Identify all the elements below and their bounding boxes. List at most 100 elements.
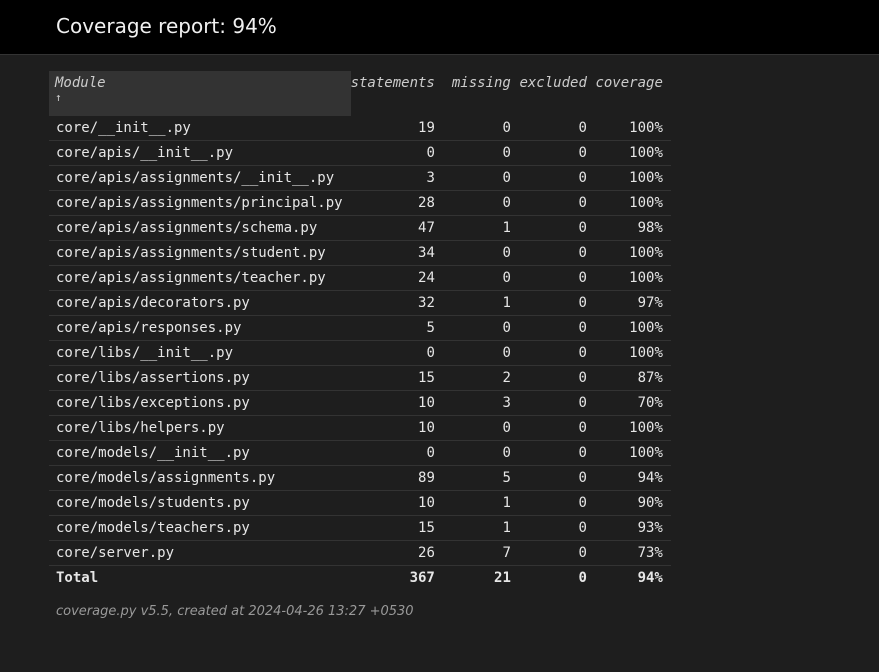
missing-cell: 5 [442,465,519,491]
missing-cell: 0 [442,340,519,366]
missing-cell: 1 [442,215,519,241]
statements-cell: 0 [350,340,443,366]
table-header-row: Module ↑ statements missing excluded cov… [49,71,671,116]
coverage-cell: 73% [594,540,671,566]
statements-cell: 10 [350,415,443,441]
coverage-cell: 93% [594,515,671,541]
module-link[interactable]: core/apis/responses.py [49,315,351,341]
coverage-cell: 100% [594,140,671,166]
module-link[interactable]: core/libs/exceptions.py [49,390,351,416]
missing-cell: 0 [442,190,519,216]
module-link[interactable]: core/libs/helpers.py [49,415,351,441]
missing-cell: 0 [442,165,519,191]
missing-cell: 1 [442,515,519,541]
statements-cell: 0 [350,140,443,166]
excluded-cell: 0 [518,290,595,316]
module-link[interactable]: core/models/teachers.py [49,515,351,541]
missing-cell: 0 [442,240,519,266]
excluded-cell: 0 [518,265,595,291]
missing-cell: 3 [442,390,519,416]
excluded-cell: 0 [518,165,595,191]
table-row: core/models/assignments.py 89 5 0 94% [49,465,671,491]
table-row: core/libs/__init__.py 0 0 0 100% [49,340,671,366]
excluded-cell: 0 [518,190,595,216]
module-link[interactable]: core/apis/assignments/teacher.py [49,265,351,291]
statements-cell: 19 [350,116,443,141]
table-row: core/apis/assignments/principal.py 28 0 0 10… [49,190,671,216]
module-link[interactable]: core/models/__init__.py [49,440,351,466]
total-label: Total [56,570,99,586]
coverage-cell: 90% [594,490,671,516]
missing-cell: 0 [442,265,519,291]
coverage-cell: 100% [594,265,671,291]
missing-cell: 0 [442,415,519,441]
table-row: core/apis/__init__.py 0 0 0 100% [49,140,671,166]
module-link[interactable]: core/apis/decorators.py [49,290,351,316]
excluded-cell: 0 [518,465,595,491]
module-link[interactable]: core/apis/assignments/student.py [49,240,351,266]
module-link[interactable]: core/server.py [49,540,351,566]
coverage-cell: 100% [594,440,671,466]
excluded-cell: 0 [518,390,595,416]
column-header-statements[interactable]: statements [351,71,443,116]
coverage-cell: 94% [594,465,671,491]
missing-cell: 2 [442,365,519,391]
table-row: core/libs/assertions.py 15 2 0 87% [49,365,671,391]
table-row: core/apis/responses.py 5 0 0 100% [49,315,671,341]
excluded-cell: 0 [518,315,595,341]
statements-cell: 5 [350,315,443,341]
table-row: core/apis/assignments/__init__.py 3 0 0 100% [49,165,671,191]
statements-cell: 10 [350,390,443,416]
column-header-module[interactable]: Module ↑ [49,71,351,116]
missing-cell: 0 [442,440,519,466]
table-row: core/models/teachers.py 15 1 0 93% [49,515,671,541]
missing-cell: 0 [442,140,519,166]
coverage-cell: 100% [594,415,671,441]
coverage-cell: 100% [594,315,671,341]
statements-cell: 47 [350,215,443,241]
coverage-table: Module ↑ statements missing excluded cov… [49,71,671,590]
statements-cell: 15 [350,365,443,391]
table-row: core/apis/decorators.py 32 1 0 97% [49,290,671,316]
module-link[interactable]: core/apis/assignments/principal.py [49,190,351,216]
excluded-cell: 0 [518,240,595,266]
table-row: core/models/students.py 10 1 0 90% [49,490,671,516]
table-row: core/__init__.py 19 0 0 100% [49,116,671,141]
column-header-excluded[interactable]: excluded [519,71,595,116]
excluded-cell: 0 [518,340,595,366]
statements-cell: 26 [350,540,443,566]
excluded-cell: 0 [518,215,595,241]
total-row: Total 367 21 0 94% [49,566,671,591]
total-coverage: 94% [637,570,663,586]
missing-cell: 1 [442,290,519,316]
coverage-cell: 100% [594,190,671,216]
module-link[interactable]: core/libs/assertions.py [49,365,351,391]
module-link[interactable]: core/libs/__init__.py [49,340,351,366]
column-header-coverage[interactable]: coverage [595,71,671,116]
coverage-cell: 100% [594,116,671,141]
module-link[interactable]: core/__init__.py [49,116,351,141]
sort-arrow-up-icon: ↑ [55,91,62,104]
module-link[interactable]: core/models/students.py [49,490,351,516]
missing-cell: 0 [442,116,519,141]
module-link[interactable]: core/apis/assignments/schema.py [49,215,351,241]
excluded-cell: 0 [518,540,595,566]
statements-cell: 3 [350,165,443,191]
table-row: core/apis/assignments/schema.py 47 1 0 98% [49,215,671,241]
coverage-cell: 100% [594,240,671,266]
missing-cell: 7 [442,540,519,566]
module-link[interactable]: core/models/assignments.py [49,465,351,491]
page-title: Coverage report: 94% [56,14,277,38]
coverage-cell: 98% [594,215,671,241]
statements-cell: 10 [350,490,443,516]
coverage-cell: 70% [594,390,671,416]
statements-cell: 28 [350,190,443,216]
statements-cell: 0 [350,440,443,466]
module-link[interactable]: core/apis/__init__.py [49,140,351,166]
column-header-missing[interactable]: missing [443,71,519,116]
coverage-cell: 97% [594,290,671,316]
table-row: core/libs/exceptions.py 10 3 0 70% [49,390,671,416]
statements-cell: 24 [350,265,443,291]
module-link[interactable]: core/apis/assignments/__init__.py [49,165,351,191]
table-row: core/apis/assignments/teacher.py 24 0 0 100% [49,265,671,291]
